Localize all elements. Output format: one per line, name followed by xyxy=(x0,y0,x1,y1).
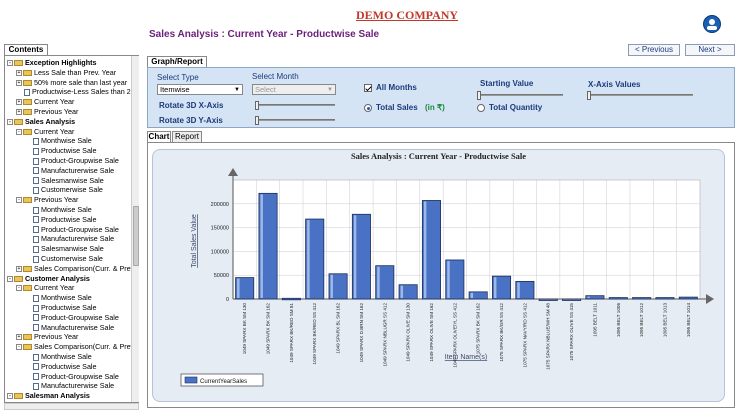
bar-highlight xyxy=(377,266,380,298)
y-tick-label: 0 xyxy=(226,297,229,303)
x-tick-label: 1095 BELT 1013 xyxy=(662,303,667,338)
bar-highlight xyxy=(587,296,590,298)
x-tick-label: 1075 SPARX OLIVE SS 415 xyxy=(569,303,574,361)
bar-highlight xyxy=(517,282,520,298)
app-window: DEMO COMPANY Sales Analysis : Current Ye… xyxy=(0,0,740,416)
x-tick-label: 1095 BELT 1006 xyxy=(616,303,621,338)
bar-highlight xyxy=(400,285,404,298)
x-tick-label: 1049 SPARX BK SM 162 xyxy=(266,303,271,355)
chart-bar xyxy=(562,298,582,301)
y-axis-title: Total Sales Value xyxy=(191,214,198,268)
bar-highlight xyxy=(353,215,357,298)
legend-swatch xyxy=(184,376,198,384)
x-tick-label: 1075 SPARX BK/GR SS 412 xyxy=(499,303,504,362)
x-tick-label: 1075 SPARX BK SM 162 xyxy=(476,303,481,355)
bar-highlight xyxy=(307,220,310,298)
x-tick-label: 1075 SPARX NBLUE/WH SM 48 xyxy=(546,303,551,370)
x-tick-label: 1049 SPARX BK/RED SM 81 xyxy=(289,303,294,363)
bar-highlight xyxy=(447,260,450,298)
x-tick-label: 1049 SPARX OLIVE SM 162 xyxy=(429,303,434,362)
x-tick-label: 1095 BELT 1014 xyxy=(686,303,691,338)
y-tick-label: 150000 xyxy=(211,226,229,232)
x-axis-arrow-icon xyxy=(706,294,714,304)
x-tick-label: 1075 SPARX NAVY/RD SS 412 xyxy=(522,303,527,368)
x-tick-label: 1049 SPARX BL SM 162 xyxy=(336,303,341,354)
x-tick-label: 1049 SPARX BK SM 130 xyxy=(242,303,247,355)
x-tick-label: 1049 SPARX BK/RED SS 412 xyxy=(312,303,317,365)
chart-bar xyxy=(632,297,652,300)
chart-bar xyxy=(655,297,675,300)
chart-bar xyxy=(538,298,558,301)
bar-highlight xyxy=(260,194,263,298)
legend-label: CurrentYearSales xyxy=(200,379,247,385)
y-tick-label: 100000 xyxy=(211,249,229,255)
bar-highlight xyxy=(423,201,427,298)
chart-bar xyxy=(281,297,301,301)
y-tick-label: 50000 xyxy=(214,273,229,279)
x-axis-title: Item Name(s) xyxy=(445,354,487,361)
sales-chart: 0 50000 100000 150000 200000 1049 SPARX BK SM… xyxy=(180,168,714,387)
x-tick-label: 1095 BELT 1012 xyxy=(639,303,644,338)
x-tick-label: 1049 SPARX D.BRN SM 162 xyxy=(359,303,364,363)
chart-bar xyxy=(678,296,698,300)
bar-highlight xyxy=(237,278,240,298)
chart-bar xyxy=(608,297,628,300)
bar-highlight xyxy=(493,277,497,298)
x-tick-label: 1049 SPARX NBLUGR SS 412 xyxy=(382,303,387,367)
y-tick-label: 200000 xyxy=(211,202,229,208)
y-axis-arrow-icon xyxy=(228,168,238,176)
bar-highlight xyxy=(470,292,474,298)
x-tick-label: 1049 SPARX OLIVE SM 130 xyxy=(406,303,411,362)
x-tick-label: 1095 BELT 1011 xyxy=(592,303,597,337)
bar-highlight xyxy=(330,274,333,298)
